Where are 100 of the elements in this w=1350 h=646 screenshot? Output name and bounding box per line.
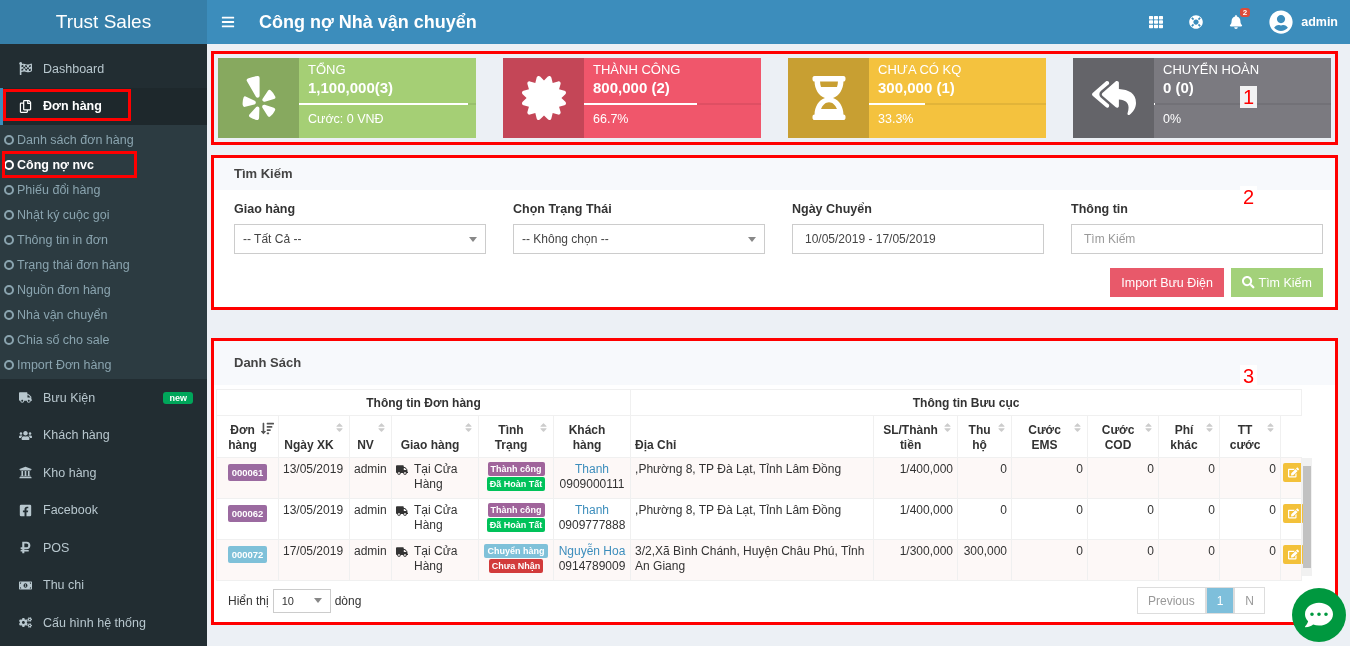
panel-title: Tìm Kiếm: [214, 158, 1335, 190]
column-group-header: Thông tin Đơn hàng: [216, 389, 631, 416]
order-code-tag[interactable]: 000061: [227, 464, 268, 481]
chat-button[interactable]: [1292, 588, 1346, 642]
edit-icon: [1288, 467, 1300, 478]
table-cell: admin: [349, 498, 392, 540]
table-cell: 300,000: [957, 539, 1012, 581]
submenu-item[interactable]: Nhà vận chuyển: [4, 302, 207, 327]
table-cell: 0: [1219, 498, 1281, 540]
sidebar-item[interactable]: Đơn hàng: [0, 87, 207, 125]
submenu-item[interactable]: Import Đơn hàng: [4, 352, 207, 377]
customer-phone: 0909000111: [558, 477, 626, 492]
stat-footer: 0%: [1163, 112, 1322, 126]
status-tag: Chưa Nhận: [488, 559, 544, 573]
table-cell: 3/2,Xã Bình Chánh, Huyện Châu Phú, Tỉnh An Giang: [630, 539, 874, 581]
input-field[interactable]: 10/05/2019 - 17/05/2019: [792, 224, 1044, 254]
table-cell: 13/05/2019: [278, 457, 350, 499]
stat-title: TỔNG: [308, 62, 347, 77]
submenu-item[interactable]: Trạng thái đơn hàng: [4, 252, 207, 277]
table-cell: 1/400,000: [873, 457, 958, 499]
stat-value: 300,000 (1): [878, 79, 956, 96]
column-header[interactable]: Phí khác: [1158, 415, 1220, 458]
field-label: Thông tin: [1071, 202, 1129, 216]
table-cell: admin: [349, 539, 392, 581]
column-header[interactable]: Tình Trạng: [478, 415, 554, 458]
brand-title[interactable]: Trust Sales: [0, 0, 207, 44]
shipping-method: Tại Cửa Hàng: [414, 544, 459, 574]
status-tag: Thành công: [487, 462, 545, 476]
select-field[interactable]: -- Không chọn --: [513, 224, 765, 254]
status-tag: Chuyển hàng: [484, 544, 548, 558]
checkered-flag-icon: [19, 62, 33, 76]
table-cell: 0: [1219, 539, 1281, 581]
customer-phone: 0914789009: [558, 559, 627, 574]
page-size-label: dòng: [334, 593, 362, 608]
sidebar-item[interactable]: Bưu Kiện new: [0, 379, 207, 417]
submenu-item[interactable]: Nguồn đơn hàng: [4, 277, 207, 302]
customer-link[interactable]: Nguyễn Hoa: [558, 544, 627, 559]
page-size-select[interactable]: 10: [272, 588, 331, 613]
lifebuoy-icon[interactable]: [1189, 15, 1204, 29]
table-cell: 1/400,000: [873, 498, 958, 540]
column-header[interactable]: SL/Thành tiền: [873, 415, 958, 458]
select-field[interactable]: -- Tất Cả --: [234, 224, 486, 254]
ruble-icon: [19, 541, 33, 555]
input-field[interactable]: Tìm Kiếm: [1071, 224, 1323, 254]
sidebar-item[interactable]: Kho hàng: [0, 454, 207, 492]
table-cell: 0: [1158, 457, 1220, 499]
column-header[interactable]: Cước EMS: [1011, 415, 1088, 458]
edit-icon: [1288, 549, 1300, 560]
column-header[interactable]: Ngày XK: [278, 415, 350, 458]
column-header[interactable]: Cước COD: [1087, 415, 1159, 458]
stat-title: CHƯA CÓ KQ: [878, 62, 963, 77]
table-cell: 0: [957, 457, 1012, 499]
column-header[interactable]: NV: [349, 415, 392, 458]
table-cell: ,Phường 8, TP Đà Lạt, Tỉnh Lâm Đồng: [630, 457, 874, 499]
order-code-tag[interactable]: 000062: [227, 505, 268, 522]
sidebar-item[interactable]: Facebook: [0, 491, 207, 529]
sidebar-item[interactable]: Thu chi: [0, 566, 207, 604]
table-cell: 0: [1011, 457, 1088, 499]
customer-link[interactable]: Thanh: [558, 462, 627, 477]
stat-footer: 66.7%: [593, 112, 752, 126]
customer-link[interactable]: Thanh: [558, 503, 627, 518]
avatar-icon[interactable]: [1269, 10, 1294, 34]
table-cell: 0: [1011, 498, 1088, 540]
table-cell: 0: [1011, 539, 1088, 581]
new-badge: new: [163, 391, 193, 404]
sidebar-item[interactable]: Cấu hình hệ thống: [0, 604, 207, 642]
column-group-header: Thông tin Bưu cục: [630, 389, 1302, 416]
gears-icon: [19, 616, 33, 630]
submenu-item[interactable]: Thông tin in đơn: [4, 227, 207, 252]
table-cell: ,Phường 8, TP Đà Lạt, Tỉnh Lâm Đồng: [630, 498, 874, 540]
user-name[interactable]: admin: [1301, 15, 1338, 29]
stat-footer: 33.3%: [878, 112, 1037, 126]
table-cell: 0: [1087, 457, 1159, 499]
notification-count: 2: [1239, 8, 1251, 17]
scrollbar[interactable]: [1302, 457, 1313, 576]
bell-icon[interactable]: [1229, 15, 1244, 29]
edit-icon: [1288, 508, 1300, 519]
column-header[interactable]: TT cước: [1219, 415, 1281, 458]
table-cell: 17/05/2019: [278, 539, 350, 581]
truck-icon: [396, 505, 408, 517]
customer-phone: 0909777888: [558, 518, 627, 533]
grid-icon[interactable]: [1149, 15, 1164, 29]
column-header[interactable]: Giao hàng: [391, 415, 479, 458]
column-header[interactable]: Đơn hàng: [216, 415, 279, 458]
submenu-item[interactable]: Danh sách đơn hàng: [4, 127, 207, 152]
column-header[interactable]: Thu hộ: [957, 415, 1012, 458]
submenu-item[interactable]: Phiếu đổi hàng: [4, 177, 207, 202]
status-tag: Thành công: [487, 503, 545, 517]
facebook-icon: [19, 503, 33, 517]
sidebar-item[interactable]: POS: [0, 529, 207, 567]
sidebar-item[interactable]: Dashboard: [0, 50, 207, 88]
search-icon: [1242, 276, 1255, 289]
menu-icon[interactable]: [221, 15, 235, 29]
truck-icon: [19, 391, 33, 405]
sidebar-item[interactable]: Khách hàng: [0, 416, 207, 454]
copy-icon: [19, 99, 33, 113]
column-header: Địa Chỉ: [630, 415, 874, 458]
stat-value: 800,000 (2): [593, 79, 671, 96]
submenu-item[interactable]: Nhật ký cuộc gọi: [4, 202, 207, 227]
submenu-item[interactable]: Chia số cho sale: [4, 327, 207, 352]
